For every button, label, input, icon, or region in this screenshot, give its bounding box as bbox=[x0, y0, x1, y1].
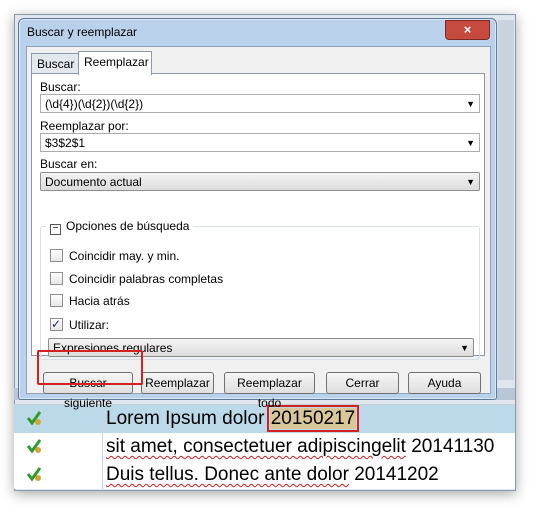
collapse-icon[interactable]: − bbox=[50, 224, 61, 235]
dropdown-arrow-icon: ▼ bbox=[460, 343, 469, 353]
checkbox-label: Hacia atrás bbox=[69, 294, 130, 308]
tab-replace[interactable]: Reemplazar bbox=[78, 51, 152, 75]
checkbox-label: Coincidir palabras completas bbox=[69, 272, 224, 286]
checkbox-box[interactable] bbox=[50, 249, 63, 262]
segment-row[interactable]: sit amet, consectetuer adipiscingelit 20… bbox=[14, 433, 515, 461]
tab-find[interactable]: Buscar bbox=[31, 53, 79, 74]
segment-source: Duis tellus. Donec ante dolor bbox=[106, 464, 349, 485]
dialog-titlebar[interactable]: Buscar y reemplazar × bbox=[19, 19, 496, 45]
status-ok-icon bbox=[26, 439, 42, 454]
search-options-header[interactable]: − Opciones de búsqueda bbox=[46, 219, 194, 235]
search-in-label: Buscar en: bbox=[40, 157, 98, 171]
column-divider bbox=[102, 461, 103, 489]
replace-value: $3$2$1 bbox=[45, 136, 86, 150]
close-window-button[interactable]: × bbox=[445, 20, 490, 40]
segment-text[interactable]: sit amet, consectetuer adipiscingelit 20… bbox=[106, 434, 494, 460]
search-in-select[interactable]: Documento actual ▼ bbox=[40, 172, 480, 191]
status-ok-icon bbox=[26, 411, 42, 426]
segment-row[interactable]: Duis tellus. Donec ante dolor 20141202 bbox=[14, 461, 515, 489]
dialog-title: Buscar y reemplazar bbox=[27, 25, 138, 39]
help-button[interactable]: Ayuda bbox=[408, 372, 481, 394]
replace-button[interactable]: Reemplazar bbox=[141, 372, 214, 394]
find-input[interactable]: (\d{4})(\d{2})(\d{2}) ▼ bbox=[40, 94, 480, 113]
column-divider bbox=[102, 433, 103, 461]
checkbox-box[interactable] bbox=[50, 294, 63, 307]
segment-number: 20141202 bbox=[354, 464, 439, 485]
search-in-value: Documento actual bbox=[45, 175, 142, 189]
segment-grid: Lorem Ipsum dolor 20150217 sit amet, con… bbox=[14, 404, 515, 489]
segment-source: Lorem Ipsum dolor bbox=[106, 408, 265, 429]
replace-label: Reemplazar por: bbox=[40, 119, 129, 133]
checkmark-icon: ✓ bbox=[51, 317, 62, 331]
segment-text[interactable]: Duis tellus. Donec ante dolor 20141202 bbox=[106, 462, 439, 488]
replace-input[interactable]: $3$2$1 ▼ bbox=[40, 133, 480, 152]
checkbox-box[interactable]: ✓ bbox=[50, 317, 63, 331]
dropdown-arrow-icon[interactable]: ▼ bbox=[466, 95, 475, 114]
find-value: (\d{4})(\d{2})(\d{2}) bbox=[45, 97, 144, 111]
find-replace-dialog: Buscar y reemplazar × Buscar Reemplazar … bbox=[18, 18, 497, 410]
close-button[interactable]: Cerrar bbox=[326, 372, 399, 394]
search-options-heading: Opciones de búsqueda bbox=[66, 219, 190, 233]
background-scroll-area bbox=[498, 20, 514, 380]
dropdown-arrow-icon: ▼ bbox=[466, 177, 475, 187]
segment-source: sit amet, consectetuer adipiscingelit bbox=[106, 436, 406, 457]
close-icon: × bbox=[463, 22, 472, 37]
dropdown-arrow-icon[interactable]: ▼ bbox=[466, 134, 475, 153]
find-next-highlight-frame bbox=[37, 350, 143, 385]
segment-text[interactable]: Lorem Ipsum dolor 20150217 bbox=[106, 405, 360, 432]
dialog-client: Buscar Reemplazar Buscar: (\d{4})(\d{2})… bbox=[26, 46, 491, 410]
checkbox-label: Coincidir may. y min. bbox=[69, 249, 180, 263]
segment-number: 20141130 bbox=[411, 436, 495, 457]
checkbox-label: Utilizar: bbox=[69, 318, 110, 332]
status-ok-icon bbox=[26, 467, 42, 482]
find-label: Buscar: bbox=[40, 80, 81, 94]
replace-panel: Buscar: (\d{4})(\d{2})(\d{2}) ▼ Reemplaz… bbox=[31, 73, 485, 360]
segment-match-number: 20150217 bbox=[266, 405, 360, 432]
replace-all-button[interactable]: Reemplazar todo bbox=[224, 372, 315, 410]
checkbox-box[interactable] bbox=[50, 272, 63, 285]
